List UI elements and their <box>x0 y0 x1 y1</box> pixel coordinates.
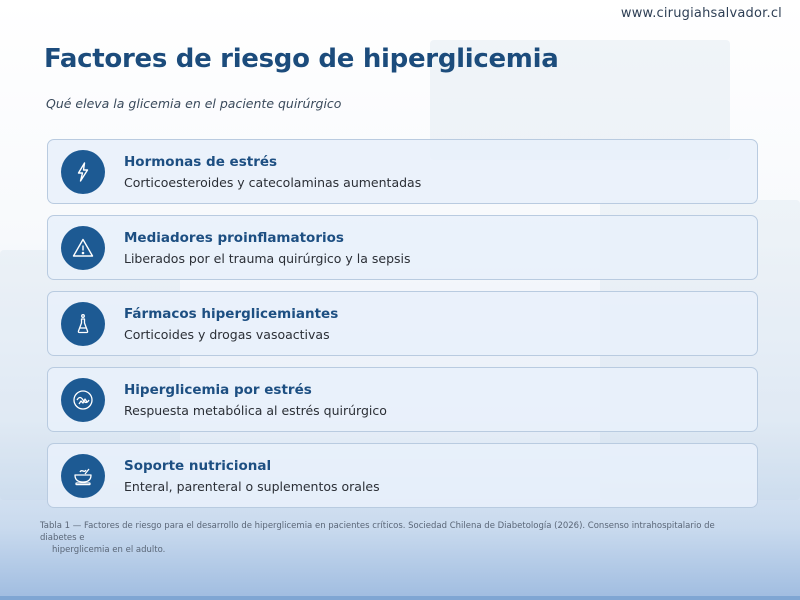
page-subtitle: Qué eleva la glicemia en el paciente qui… <box>46 96 342 111</box>
lightning-icon <box>61 149 105 194</box>
bottom-accent-bar <box>0 596 800 600</box>
card-description: Enteral, parenteral o suplementos orales <box>124 478 380 494</box>
page-title: Factores de riesgo de hiperglicemia <box>44 44 559 74</box>
card-title: Fármacos hiperglicemiantes <box>124 305 339 322</box>
card-title: Hiperglicemia por estrés <box>124 381 312 398</box>
card-title: Hormonas de estrés <box>124 153 278 170</box>
card-description: Corticoides y drogas vasoactivas <box>124 326 330 342</box>
risk-factor-card-nutritional-support: Soporte nutricional Enteral, parenteral … <box>47 443 758 508</box>
stress-badge-icon <box>61 377 105 422</box>
risk-factor-list: Hormonas de estrés Corticoesteroides y c… <box>47 139 758 519</box>
card-title: Soporte nutricional <box>124 457 272 474</box>
risk-factor-card-stress-hyperglycemia: Hiperglicemia por estrés Respuesta metab… <box>47 367 758 432</box>
card-description: Respuesta metabólica al estrés quirúrgic… <box>124 402 387 418</box>
flask-icon <box>61 301 105 346</box>
nutrition-bowl-icon <box>61 453 105 498</box>
card-title: Mediadores proinflamatorios <box>124 229 344 246</box>
warning-icon <box>61 225 105 270</box>
card-description: Liberados por el trauma quirúrgico y la … <box>124 250 411 266</box>
caption-line-2: hiperglicemia en el adulto. <box>52 545 166 555</box>
table-caption: Tabla 1 — Factores de riesgo para el des… <box>40 520 740 556</box>
risk-factor-card-inflammatory-mediators: Mediadores proinflamatorios Liberados po… <box>47 215 758 280</box>
site-url[interactable]: www.cirugiahsalvador.cl <box>621 6 782 21</box>
caption-line-1: Tabla 1 — Factores de riesgo para el des… <box>40 521 715 543</box>
card-description: Corticoesteroides y catecolaminas aument… <box>124 174 422 190</box>
risk-factor-card-hyperglycemic-drugs: Fármacos hiperglicemiantes Corticoides y… <box>47 291 758 356</box>
risk-factor-card-stress-hormones: Hormonas de estrés Corticoesteroides y c… <box>47 139 758 204</box>
